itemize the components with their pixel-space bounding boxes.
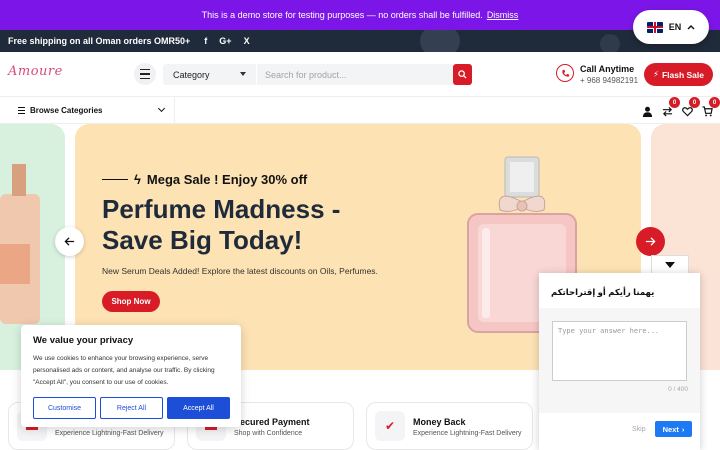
arrow-left-icon	[64, 237, 75, 246]
user-icon	[642, 106, 652, 117]
demo-notice-text: This is a demo store for testing purpose…	[201, 10, 483, 20]
google-plus-icon[interactable]: G+	[219, 36, 231, 46]
survey-next-button[interactable]: Next ›	[655, 421, 692, 437]
hamburger-menu-button[interactable]	[134, 63, 156, 85]
compare-count-badge: 0	[669, 97, 680, 108]
feature-card: ✔ Money Back Experience Lightning-Fast D…	[366, 402, 533, 450]
call-number[interactable]: + 968 94982191	[580, 76, 638, 85]
feature-subtitle: Shop with Confidence	[234, 430, 303, 437]
browse-categories-label: Browse Categories	[30, 106, 103, 115]
caret-down-icon	[665, 262, 675, 268]
hero-kicker: ϟ Mega Sale ! Enjoy 30% off	[102, 172, 307, 187]
feature-title: Secured Payment	[234, 417, 310, 427]
survey-question: يهمنا رأيكم أو إقتراحاتكم	[551, 287, 655, 297]
chevron-down-icon	[157, 104, 166, 113]
site-logo[interactable]: Amoure	[8, 64, 63, 79]
site-header: Amoure Category Call Anytime + 968 94982…	[0, 52, 720, 96]
cart-button[interactable]: 0	[700, 97, 720, 118]
free-shipping-text: Free shipping on all Oman orders OMR50+	[8, 36, 191, 46]
arrow-right-icon	[645, 237, 656, 246]
top-info-bar: Free shipping on all Oman orders OMR50+ …	[0, 30, 720, 52]
category-select-label: Category	[173, 69, 210, 80]
call-anytime-label: Call Anytime	[580, 64, 635, 74]
wishlist-count-badge: 0	[689, 97, 700, 108]
browse-categories-button[interactable]: Browse Categories	[8, 97, 175, 124]
lightning-icon: ⚡	[652, 69, 659, 79]
customise-button[interactable]: Customise	[33, 397, 96, 419]
language-switcher[interactable]: EN	[633, 10, 709, 44]
reject-all-button[interactable]: Reject All	[100, 397, 163, 419]
x-twitter-icon[interactable]: X	[244, 36, 250, 46]
search-icon	[458, 70, 467, 79]
demo-store-notice: This is a demo store for testing purpose…	[0, 0, 720, 30]
cart-count-badge: 0	[709, 97, 720, 108]
cookie-consent-banner: We value your privacy We use cookies to …	[21, 325, 241, 427]
lightning-outline-icon: ϟ	[134, 172, 141, 187]
hero-description: New Serum Deals Added! Explore the lates…	[102, 266, 378, 276]
slider-next-button[interactable]	[636, 227, 665, 256]
hero-title: Perfume Madness - Save Big Today!	[102, 194, 341, 255]
feature-title: Money Back	[413, 417, 466, 427]
accept-all-button[interactable]: Accept All	[167, 397, 230, 419]
category-navbar: Browse Categories 0 0 0	[0, 96, 720, 124]
compare-button[interactable]: 0	[660, 97, 680, 118]
feedback-survey-widget: يهمنا رأيكم أو إقتراحاتكم 0 / 400 Skip N…	[539, 273, 700, 450]
phone-icon	[556, 64, 574, 82]
account-button[interactable]	[640, 104, 654, 118]
uk-flag-icon	[646, 21, 663, 33]
cookie-title: We value your privacy	[33, 335, 134, 346]
chevron-right-icon: ›	[681, 424, 685, 434]
dismiss-link[interactable]: Dismiss	[487, 10, 519, 20]
caret-down-icon	[240, 72, 246, 76]
survey-skip-link[interactable]: Skip	[632, 426, 646, 433]
survey-collapse-button[interactable]	[651, 255, 689, 275]
feature-subtitle: Experience Lightning-Fast Delivery	[55, 430, 164, 437]
language-code: EN	[668, 22, 682, 32]
character-counter: 0 / 400	[668, 386, 688, 393]
checkmark-icon: ✔	[375, 411, 405, 441]
list-icon	[18, 107, 25, 114]
feature-subtitle: Experience Lightning-Fast Delivery	[413, 430, 522, 437]
flash-sale-button[interactable]: ⚡ Flash Sale	[644, 63, 713, 86]
shop-now-button[interactable]: Shop Now	[102, 291, 160, 312]
slider-prev-button[interactable]	[55, 227, 84, 256]
flash-sale-label: Flash Sale	[661, 69, 705, 80]
wishlist-button[interactable]: 0	[680, 97, 700, 118]
chevron-up-icon	[687, 25, 695, 30]
facebook-icon[interactable]: f	[204, 36, 207, 46]
social-links: f G+ X	[204, 36, 249, 46]
survey-answer-input[interactable]	[552, 321, 687, 381]
cookie-body: We use cookies to enhance your browsing …	[33, 355, 215, 386]
category-select[interactable]: Category	[163, 64, 256, 85]
search-button[interactable]	[453, 64, 472, 85]
search-input[interactable]	[257, 64, 453, 85]
